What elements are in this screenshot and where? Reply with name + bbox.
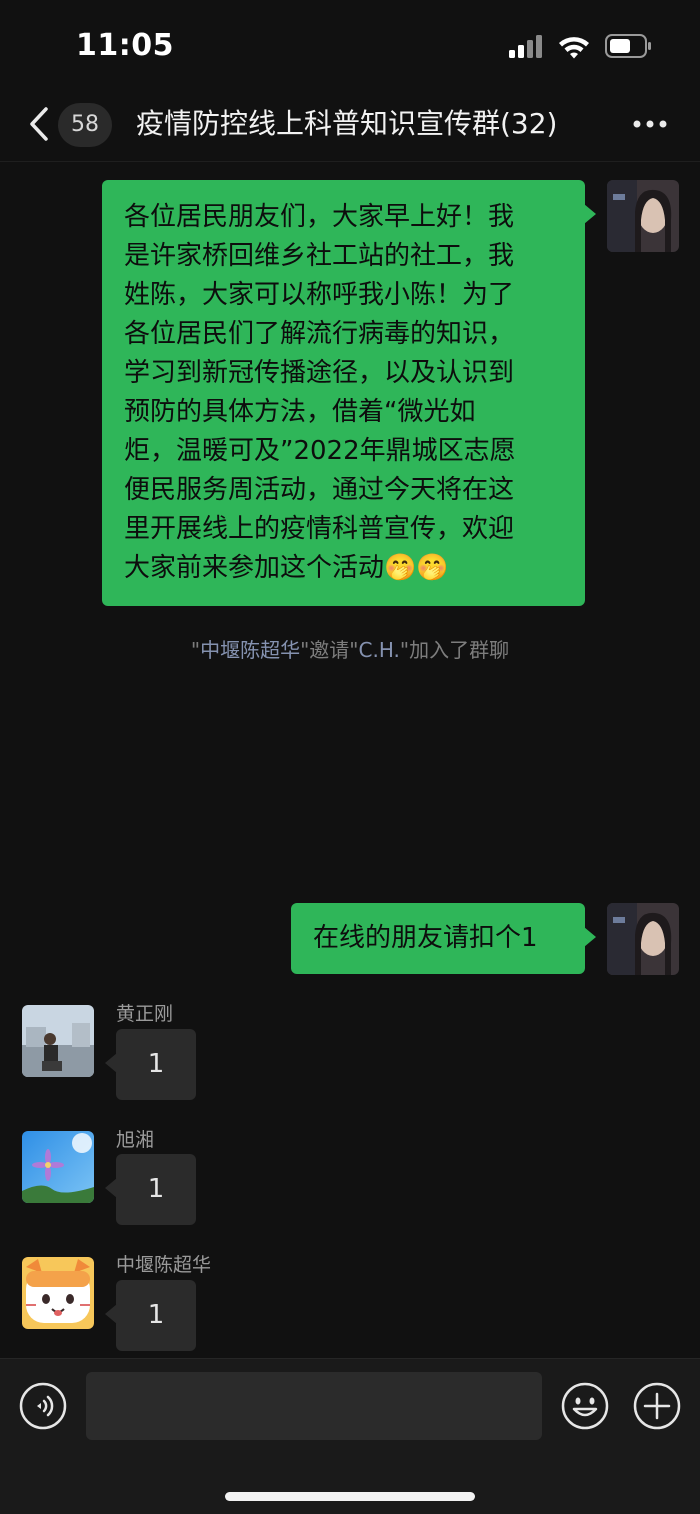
emoji-icon[interactable]	[561, 1382, 609, 1430]
message-text: 1	[147, 1174, 165, 1204]
message-bubble-incoming[interactable]: 1	[105, 1029, 196, 1100]
message-line: 各位居民朋友们，大家早上好！我	[124, 202, 515, 232]
avatar-member[interactable]	[22, 1005, 94, 1077]
avatar-self[interactable]	[607, 903, 679, 975]
chat-title: 疫情防控线上科普知识宣传群(32)	[136, 107, 558, 140]
system-user-link[interactable]: C.H.	[359, 638, 400, 662]
message-line: 便民服务周活动，通过今天将在这	[124, 475, 515, 505]
more-dots-icon[interactable]	[630, 108, 670, 140]
message-line: 学习到新冠传播途径，以及认识到	[124, 358, 515, 388]
message-input[interactable]	[86, 1372, 542, 1440]
unread-count-badge[interactable]: 58	[58, 103, 112, 147]
message-bubble-outgoing[interactable]: 各位居民朋友们，大家早上好！我 是许家桥回维乡社工站的社工，我 姓陈，大家可以称…	[102, 180, 596, 606]
voice-icon[interactable]	[19, 1382, 67, 1430]
status-time: 11:05	[76, 28, 174, 63]
battery-icon	[605, 34, 651, 58]
chat-header: 58 疫情防控线上科普知识宣传群(32)	[0, 90, 700, 162]
avatar-self[interactable]	[607, 180, 679, 252]
message-text: 1	[147, 1049, 165, 1079]
system-text: "加入了群聊	[399, 638, 510, 662]
wifi-icon	[559, 37, 589, 59]
message-bubble-outgoing[interactable]: 在线的朋友请扣个1	[291, 903, 596, 974]
message-line: 里开展线上的疫情科普宣传，欢迎	[124, 514, 515, 544]
message-line: 是许家桥回维乡社工站的社工，我	[124, 241, 515, 271]
plus-icon[interactable]	[633, 1382, 681, 1430]
chevron-left-icon[interactable]	[26, 104, 52, 144]
message-text: 在线的朋友请扣个1	[313, 923, 538, 953]
message-bubble-incoming[interactable]: 1	[105, 1280, 196, 1351]
message-line: 预防的具体方法，借着“微光如	[124, 397, 476, 427]
system-text: "邀请"	[300, 638, 359, 662]
sender-name: 中堰陈超华	[116, 1254, 212, 1276]
system-user-link[interactable]: 中堰陈超华	[200, 638, 300, 662]
home-indicator[interactable]	[225, 1492, 475, 1501]
sender-name: 旭湘	[116, 1129, 155, 1151]
avatar-member[interactable]	[22, 1131, 94, 1203]
system-text: "	[190, 638, 201, 662]
message-bubble-incoming[interactable]: 1	[105, 1154, 196, 1225]
status-bar: 11:05	[0, 0, 700, 90]
status-icons	[509, 34, 651, 59]
signal-icon	[509, 35, 542, 58]
message-line: 姓陈，大家可以称呼我小陈！为了	[124, 280, 515, 310]
message-line: 各位居民们了解流行病毒的知识，	[124, 319, 515, 349]
message-line: 大家前来参加这个活动🤭🤭	[124, 553, 449, 583]
system-notice: "中堰陈超华"邀请"C.H."加入了群聊	[0, 634, 700, 663]
message-line: 炬，温暖可及”2022年鼎城区志愿	[124, 436, 516, 466]
sender-name: 黄正刚	[116, 1003, 174, 1025]
avatar-member[interactable]	[22, 1257, 94, 1329]
message-text: 1	[147, 1300, 165, 1330]
input-bar	[0, 1358, 700, 1514]
